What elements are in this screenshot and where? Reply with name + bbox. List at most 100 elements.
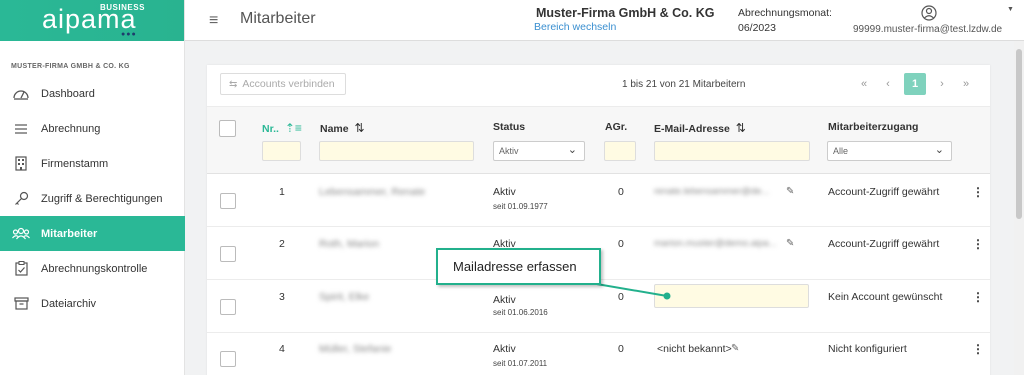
chevron-down-icon: ⌄ — [567, 144, 577, 156]
sidebar-item-label: Dateiarchiv — [41, 297, 97, 310]
nr-filter-input[interactable] — [262, 141, 301, 161]
menu-icon[interactable]: ≡ — [209, 12, 218, 30]
row-email: renate.lebensammer@de... — [654, 186, 770, 197]
archive-icon — [12, 295, 30, 313]
row-checkbox[interactable] — [220, 193, 236, 209]
column-header-email[interactable]: E-Mail-Adresse ⇅ — [654, 121, 746, 135]
callout-tooltip: Mailadresse erfassen — [436, 248, 601, 285]
edit-pencil-icon[interactable]: ✎ — [786, 238, 794, 249]
row-checkbox[interactable] — [220, 351, 236, 367]
edit-pencil-icon[interactable]: ✎ — [786, 186, 794, 197]
current-page-button[interactable]: 1 — [904, 73, 926, 95]
page-title: Mitarbeiter — [240, 10, 316, 27]
access-filter-value: Alle — [833, 146, 849, 156]
logo[interactable]: aipama BUSINESS ●●● — [0, 0, 184, 41]
users-icon — [12, 225, 30, 243]
sidebar-nav: Dashboard Abrechnung Firmenstamm Zugriff… — [0, 76, 185, 321]
row-email: marion.muster@demo.aipa... — [654, 238, 777, 249]
row-access: Account-Zugriff gewährt — [828, 186, 940, 198]
row-access: Nicht konfiguriert — [828, 343, 907, 355]
access-filter-select[interactable]: Alle ⌄ — [827, 141, 952, 161]
logo-badge: BUSINESS — [100, 3, 145, 12]
user-avatar-icon[interactable] — [921, 5, 937, 21]
sidebar-item-label: Abrechnungskontrolle — [41, 262, 148, 275]
name-filter-input[interactable] — [319, 141, 474, 161]
sidebar-item-firmenstamm[interactable]: Firmenstamm — [0, 146, 185, 181]
row-nr: 2 — [279, 238, 285, 250]
sidebar-item-label: Firmenstamm — [41, 157, 109, 170]
row-name[interactable]: Lebensammer, Renate — [319, 186, 425, 198]
next-page-button[interactable]: › — [930, 78, 954, 90]
dashboard-icon — [12, 85, 30, 103]
row-agr: 0 — [618, 343, 624, 355]
prev-page-button[interactable]: ‹ — [876, 78, 900, 90]
sidebar-item-abrechnungskontrolle[interactable]: Abrechnungskontrolle — [0, 251, 185, 286]
sidebar-item-label: Dashboard — [41, 87, 95, 100]
connect-accounts-label: Accounts verbinden — [242, 78, 335, 90]
status-filter-select[interactable]: Aktiv ⌄ — [493, 141, 585, 161]
top-header: ≡ Mitarbeiter Muster-Firma GmbH & Co. KG… — [185, 0, 1024, 41]
last-page-button[interactable]: » — [954, 78, 978, 90]
sort-icon[interactable]: ⇅ — [355, 121, 365, 135]
status-filter-value: Aktiv — [499, 146, 519, 156]
more-options-icon[interactable]: ⋮ — [972, 342, 984, 356]
row-access: Account-Zugriff gewährt — [828, 238, 940, 250]
table-row[interactable]: 3 Spirit, Elke Aktiv seit 01.06.2016 0 K… — [207, 281, 990, 333]
column-header-agr[interactable]: AGr. — [605, 121, 627, 133]
column-header-access[interactable]: Mitarbeiterzugang — [828, 121, 918, 133]
sidebar-item-label: Zugriff & Berechtigungen — [41, 192, 163, 205]
page-scrollbar[interactable] — [1014, 41, 1024, 375]
sort-icon[interactable]: ⇅ — [736, 121, 746, 135]
column-header-status[interactable]: Status — [493, 121, 525, 133]
key-icon — [12, 190, 30, 208]
row-status: Aktiv — [493, 343, 516, 355]
row-since: seit 01.07.2011 — [493, 359, 548, 368]
email-filter-input[interactable] — [654, 141, 810, 161]
sidebar-item-dashboard[interactable]: Dashboard — [0, 76, 185, 111]
email-input[interactable] — [654, 284, 809, 308]
row-agr: 0 — [618, 186, 624, 198]
row-agr: 0 — [618, 238, 624, 250]
more-options-icon[interactable]: ⋮ — [972, 290, 984, 304]
row-name[interactable]: Müller, Stefanie — [319, 343, 391, 355]
employees-card: ⇆ Accounts verbinden 1 bis 21 von 21 Mit… — [207, 65, 990, 375]
firm-name: Muster-Firma GmbH & Co. KG — [536, 6, 715, 20]
row-nr: 4 — [279, 343, 285, 355]
more-options-icon[interactable]: ⋮ — [972, 185, 984, 199]
row-name[interactable]: Roth, Marion — [319, 238, 379, 250]
building-icon — [12, 155, 30, 173]
connect-accounts-button[interactable]: ⇆ Accounts verbinden — [220, 73, 346, 95]
row-checkbox[interactable] — [220, 246, 236, 262]
select-all-checkbox[interactable] — [219, 120, 236, 137]
sidebar-item-mitarbeiter[interactable]: Mitarbeiter — [0, 216, 185, 251]
row-status: Aktiv — [493, 294, 516, 306]
sidebar-item-zugriff[interactable]: Zugriff & Berechtigungen — [0, 181, 185, 216]
logo-dots: ●●● — [121, 31, 137, 38]
column-header-nr-label: Nr.. — [262, 123, 279, 135]
link-accounts-icon: ⇆ — [229, 78, 238, 90]
more-options-icon[interactable]: ⋮ — [972, 237, 984, 251]
row-checkbox[interactable] — [220, 299, 236, 315]
agr-filter-input[interactable] — [604, 141, 636, 161]
column-header-email-label: E-Mail-Adresse — [654, 123, 730, 135]
pagination-range: 1 bis 21 von 21 Mitarbeitern — [622, 79, 746, 90]
row-access: Kein Account gewünscht — [828, 291, 943, 303]
edit-pencil-icon[interactable]: ✎ — [731, 343, 739, 354]
table-row[interactable]: 1 Lebensammer, Renate Aktiv seit 01.09.1… — [207, 175, 990, 227]
row-since: seit 01.06.2016 — [493, 308, 548, 317]
column-header-name[interactable]: Name ⇅ — [320, 121, 365, 135]
switch-area-link[interactable]: Bereich wechseln — [534, 21, 616, 33]
table-row[interactable]: 4 Müller, Stefanie Aktiv seit 01.07.2011… — [207, 333, 990, 375]
sort-asc-icon[interactable]: ⇡≡ — [285, 121, 302, 135]
clipboard-check-icon — [12, 260, 30, 278]
scrollbar-thumb[interactable] — [1016, 49, 1022, 219]
column-header-name-label: Name — [320, 123, 349, 135]
row-name[interactable]: Spirit, Elke — [319, 291, 369, 303]
billing-month-value: 06/2023 — [738, 22, 776, 34]
first-page-button[interactable]: « — [852, 78, 876, 90]
table-header: Nr.. ⇡≡ Name ⇅ Status AGr. E-Mail-Adress… — [207, 106, 990, 174]
sidebar-item-dateiarchiv[interactable]: Dateiarchiv — [0, 286, 185, 321]
sidebar-item-abrechnung[interactable]: Abrechnung — [0, 111, 185, 146]
column-header-nr[interactable]: Nr.. ⇡≡ — [262, 121, 302, 135]
chevron-down-icon[interactable]: ▼ — [1007, 6, 1014, 13]
